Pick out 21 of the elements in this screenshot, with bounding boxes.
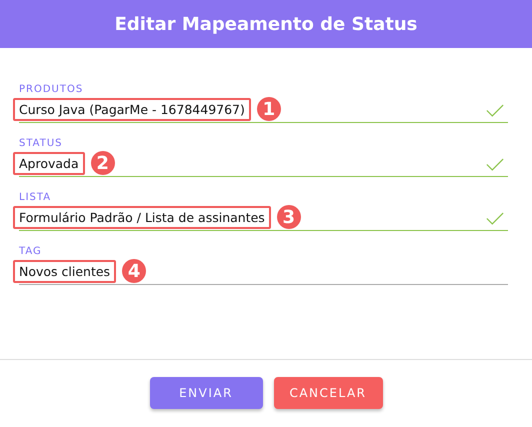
field-label: TAG [19,246,43,258]
select-field[interactable]: Curso Java (PagarMe - 1678449767) 1 [19,96,508,123]
check-icon [486,104,504,117]
select-field[interactable]: Formulário Padrão / Lista de assinantes 3 [19,204,508,231]
select-field[interactable]: Novos clientes 4 [19,258,508,285]
field-label: PRODUTOS [19,84,84,96]
select-field[interactable]: Aprovada 2 [19,150,508,177]
callout-badge: 2 [90,151,115,175]
field-value: Formulário Padrão / Lista de assinantes [13,206,271,228]
field-label: LISTA [19,192,52,204]
field-value: Curso Java (PagarMe - 1678449767) [13,98,251,120]
check-icon [486,158,504,171]
check-icon [486,212,504,225]
dialog-title: Editar Mapeamento de Status [114,14,418,34]
callout-badge: 3 [276,205,301,229]
field-value: Aprovada [13,152,85,174]
callout-badge: 4 [122,259,146,283]
submit-button[interactable]: ENVIAR [150,377,262,409]
field-value: Novos clientes [13,260,116,282]
callout-badge: 1 [256,97,281,121]
field-label: STATUS [19,138,64,150]
